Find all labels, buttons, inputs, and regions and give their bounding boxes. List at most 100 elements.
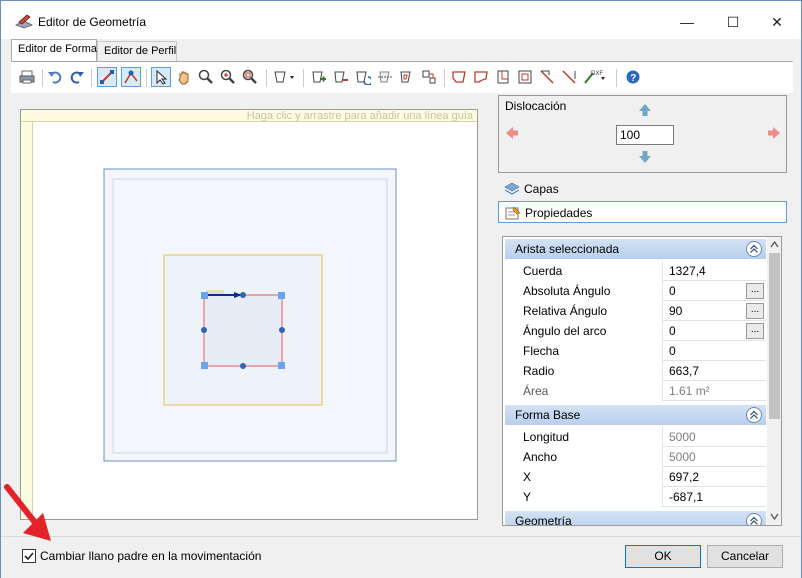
ellipsis-button[interactable]: ... — [746, 283, 764, 299]
section-selected-edge[interactable]: Arista seleccionada — [505, 239, 766, 259]
collapse-chevron-icon[interactable] — [746, 513, 762, 526]
corner-handle-br[interactable] — [278, 362, 285, 369]
edge-node-right[interactable] — [279, 327, 285, 333]
prop-key: Flecha — [505, 341, 663, 361]
corner-handle-tr[interactable] — [278, 292, 285, 299]
section-geometry[interactable]: Geometría — [505, 511, 766, 526]
prop-key: Ángulo del arco — [505, 321, 663, 341]
prop-key: Longitud — [505, 427, 663, 447]
move-down-arrow-icon[interactable] — [638, 150, 652, 164]
pan-hand-icon[interactable] — [174, 67, 194, 87]
tab-profile-editor[interactable]: Editor de Perfil — [97, 41, 177, 61]
prop-key: Ancho — [505, 447, 663, 467]
prop-value[interactable]: 0 — [669, 281, 676, 301]
corner-handle-bl[interactable] — [201, 362, 208, 369]
redo-icon[interactable] — [67, 67, 87, 87]
help-icon[interactable]: ? — [623, 67, 643, 87]
shape-dropdown-icon[interactable] — [271, 67, 299, 87]
displacement-label: Dislocación — [505, 99, 567, 113]
print-icon[interactable] — [17, 67, 37, 87]
right-panel: Dislocación 100 Capas Propiedades Arista… — [498, 95, 787, 531]
prop-value[interactable]: 697,2 — [669, 467, 699, 487]
select-arrow-icon[interactable] — [151, 67, 171, 87]
title-bar[interactable]: Editor de Geometría — ☐ ✕ — [1, 1, 801, 39]
align-icon[interactable] — [419, 67, 439, 87]
edit-node-icon[interactable] — [121, 67, 141, 87]
property-grid-scrollbar[interactable] — [767, 237, 781, 525]
prop-key: Y — [505, 487, 663, 507]
selected-shape[interactable] — [203, 294, 283, 367]
nav-layers[interactable]: Capas — [498, 178, 787, 200]
prop-row-x: X 697,2 — [505, 467, 766, 487]
collapse-chevron-icon[interactable] — [746, 241, 762, 257]
dxf-import-icon[interactable]: DXF — [581, 67, 609, 87]
move-left-arrow-icon[interactable] — [505, 126, 519, 140]
prop-value[interactable]: -687,1 — [669, 487, 703, 507]
prop-row-area: Área 1.61 m² — [505, 381, 766, 401]
ok-button[interactable]: OK — [625, 545, 701, 568]
prop-value[interactable]: 663,7 — [669, 361, 699, 381]
property-grid: Arista seleccionada Cuerda 1327,4 Absolut… — [502, 236, 782, 526]
nav-properties[interactable]: Propiedades — [498, 201, 787, 223]
prop-value[interactable]: 1327,4 — [669, 261, 706, 281]
collapse-chevron-icon[interactable] — [746, 407, 762, 423]
properties-icon — [505, 206, 521, 220]
edge-node-bottom[interactable] — [240, 363, 246, 369]
rotate-icon[interactable] — [353, 67, 373, 87]
minimize-button[interactable]: — — [667, 7, 707, 37]
prop-row-length: Longitud 5000 — [505, 427, 766, 447]
notch-icon[interactable] — [493, 67, 513, 87]
add-node-icon[interactable] — [309, 67, 329, 87]
prop-value[interactable]: 0 — [669, 321, 676, 341]
prop-value[interactable]: 90 — [669, 301, 682, 321]
ellipsis-button[interactable]: ... — [746, 303, 764, 319]
tab-shape-editor[interactable]: Editor de Forma — [11, 39, 97, 61]
prop-row-cuerda: Cuerda 1327,4 — [505, 261, 766, 281]
cut-icon[interactable] — [537, 67, 557, 87]
scrollbar-thumb[interactable] — [769, 253, 780, 419]
prop-value[interactable]: 0 — [669, 341, 676, 361]
edit-edge-icon[interactable] — [97, 67, 117, 87]
footer-bar: Cambiar llano padre en la movimentación … — [1, 536, 801, 578]
cut-corner-icon[interactable] — [559, 67, 579, 87]
scroll-up-icon[interactable] — [770, 240, 779, 249]
window-title: Editor de Geometría — [38, 15, 147, 29]
zoom-in-icon[interactable] — [218, 67, 238, 87]
zoom-icon[interactable] — [196, 67, 216, 87]
move-up-arrow-icon[interactable] — [638, 103, 652, 117]
prop-key: Relativa Ángulo — [505, 301, 663, 321]
cancel-button[interactable]: Cancelar — [707, 545, 783, 568]
prop-value: 5000 — [669, 430, 696, 444]
prop-key: Radio — [505, 361, 663, 381]
corner-handle-tl[interactable] — [201, 292, 208, 299]
geometry-drawing — [103, 168, 397, 462]
prop-row-y: Y -687,1 — [505, 487, 766, 507]
chamfer-icon[interactable] — [449, 67, 469, 87]
offset-icon[interactable] — [397, 67, 417, 87]
remove-node-icon[interactable] — [331, 67, 351, 87]
ellipsis-button[interactable]: ... — [746, 323, 764, 339]
mirror-icon[interactable] — [375, 67, 395, 87]
move-right-arrow-icon[interactable] — [767, 126, 781, 140]
svg-text:DXF: DXF — [591, 71, 603, 77]
maximize-button[interactable]: ☐ — [713, 7, 753, 37]
undo-icon[interactable] — [45, 67, 65, 87]
geometry-editor-window: Editor de Geometría — ☐ ✕ Editor de Form… — [0, 0, 802, 578]
edge-node-left[interactable] — [201, 327, 207, 333]
close-button[interactable]: ✕ — [757, 7, 797, 37]
section-base-shape[interactable]: Forma Base — [505, 405, 766, 425]
prop-row-radio: Radio 663,7 — [505, 361, 766, 381]
inset-icon[interactable] — [515, 67, 535, 87]
drawing-canvas[interactable]: Haga clic y arrastre para añadir una lín… — [20, 109, 478, 520]
displacement-input[interactable]: 100 — [616, 125, 674, 145]
scroll-down-icon[interactable] — [770, 512, 779, 521]
prop-row-flecha: Flecha 0 — [505, 341, 766, 361]
zoom-extents-icon[interactable] — [240, 67, 260, 87]
fillet-icon[interactable] — [471, 67, 491, 87]
prop-key: Área — [505, 381, 663, 401]
prop-value: 1.61 m² — [669, 384, 710, 398]
prop-row-absolute-angle: Absoluta Ángulo 0... — [505, 281, 766, 301]
edge-node-top[interactable] — [240, 292, 246, 298]
annotation-arrow-icon — [4, 484, 51, 541]
displacement-panel: Dislocación 100 — [498, 95, 787, 173]
